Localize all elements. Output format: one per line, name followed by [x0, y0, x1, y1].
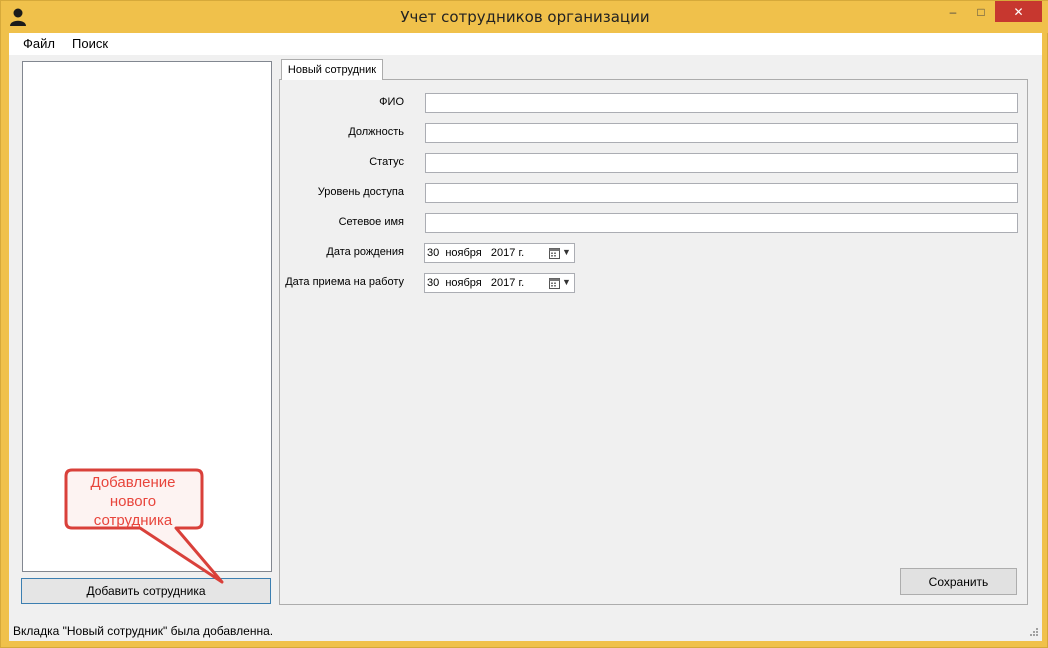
- close-button[interactable]: ✕: [995, 1, 1042, 22]
- network-name-label: Сетевое имя: [338, 216, 404, 228]
- callout-line-1: Добавление: [90, 474, 176, 491]
- callout-line-2: нового: [109, 493, 157, 510]
- tab-panel: ФИО Должность Статус Уровень доступа Сет…: [279, 79, 1028, 605]
- network-name-input[interactable]: [425, 213, 1018, 233]
- title-bar[interactable]: Учет сотрудников организации ‒ □ ✕: [1, 1, 1048, 33]
- fio-input[interactable]: [425, 93, 1018, 113]
- window-title: Учет сотрудников организации: [400, 8, 650, 26]
- resize-grip-icon[interactable]: [1027, 627, 1039, 639]
- hire-date-picker[interactable]: 30 ноября 2017 г. ▼: [424, 273, 575, 293]
- client-area: Файл Поиск Добавить сотрудника Новый сот…: [9, 33, 1042, 641]
- calendar-icon: [549, 278, 560, 289]
- status-label: Статус: [369, 156, 404, 168]
- minimize-button[interactable]: ‒: [939, 1, 967, 22]
- access-level-label: Уровень доступа: [317, 186, 404, 198]
- menu-file[interactable]: Файл: [23, 36, 55, 51]
- status-bar: Вкладка "Новый сотрудник" была добавленн…: [9, 619, 1042, 641]
- position-input[interactable]: [425, 123, 1018, 143]
- birth-date-picker[interactable]: 30 ноября 2017 г. ▼: [424, 243, 575, 263]
- birth-date-value: 30 ноября 2017 г.: [427, 247, 525, 259]
- status-text: Вкладка "Новый сотрудник" была добавленн…: [13, 624, 274, 638]
- add-employee-button[interactable]: Добавить сотрудника: [21, 578, 271, 604]
- save-button[interactable]: Сохранить: [900, 568, 1017, 595]
- hire-date-value: 30 ноября 2017 г.: [427, 277, 525, 289]
- fio-label: ФИО: [379, 96, 404, 108]
- callout: Добавление нового сотрудника: [63, 471, 203, 534]
- menu-search[interactable]: Поиск: [72, 36, 108, 51]
- calendar-icon: [549, 248, 560, 259]
- menu-bar: Файл Поиск: [9, 33, 1042, 55]
- hire-date-label: Дата приема на работу: [285, 276, 404, 288]
- chevron-down-icon: ▼: [562, 247, 571, 257]
- birth-date-label: Дата рождения: [326, 246, 404, 258]
- tab-new-employee[interactable]: Новый сотрудник: [281, 59, 383, 80]
- access-level-input[interactable]: [425, 183, 1018, 203]
- chevron-down-icon: ▼: [562, 277, 571, 287]
- callout-line-3: сотрудника: [93, 512, 173, 529]
- maximize-button[interactable]: □: [967, 1, 995, 22]
- status-input[interactable]: [425, 153, 1018, 173]
- position-label: Должность: [348, 126, 404, 138]
- app-window: Учет сотрудников организации ‒ □ ✕ Файл …: [0, 0, 1048, 648]
